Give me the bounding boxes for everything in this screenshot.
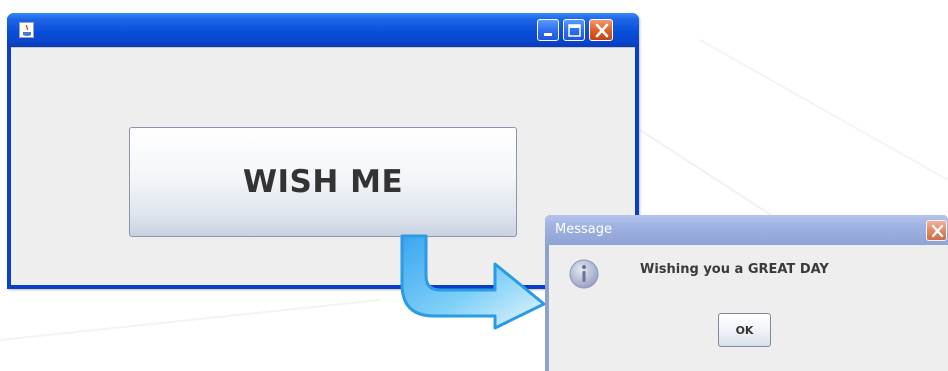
wish-me-button[interactable]: WISH ME: [129, 127, 517, 237]
message-dialog: Message Wishing you a GREAT DAY OK: [545, 215, 948, 371]
message-titlebar[interactable]: Message: [545, 215, 948, 245]
minimize-icon: [544, 33, 552, 36]
minimize-button[interactable]: [537, 19, 559, 41]
message-content: Wishing you a GREAT DAY OK: [549, 245, 948, 371]
message-title: Message: [555, 222, 612, 237]
wish-me-label: WISH ME: [242, 164, 404, 200]
ok-label: OK: [735, 323, 754, 337]
message-text: Wishing you a GREAT DAY: [640, 262, 829, 277]
maximize-button[interactable]: [563, 19, 585, 41]
curved-arrow-icon: [400, 234, 546, 330]
java-app-icon[interactable]: [19, 22, 34, 38]
ok-button[interactable]: OK: [718, 313, 771, 347]
info-icon: [569, 259, 599, 289]
message-close-button[interactable]: [926, 220, 947, 241]
main-titlebar[interactable]: [7, 13, 639, 47]
close-icon: [931, 224, 944, 238]
maximize-icon: [568, 24, 581, 37]
close-button[interactable]: [589, 19, 613, 41]
close-icon: [595, 23, 609, 38]
